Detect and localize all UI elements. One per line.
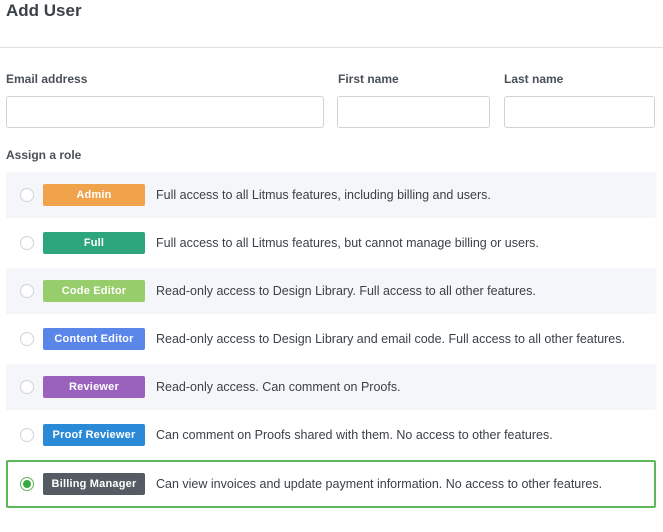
role-description: Read-only access to Design Library. Full…	[156, 284, 536, 298]
last-name-input[interactable]	[504, 96, 655, 128]
radio-button[interactable]	[20, 284, 34, 298]
role-description: Can view invoices and update payment inf…	[156, 477, 603, 491]
role-badge: Proof Reviewer	[43, 424, 145, 446]
first-name-label: First name	[338, 72, 399, 86]
radio-button[interactable]	[20, 188, 34, 202]
role-list: Admin Full access to all Litmus features…	[6, 172, 656, 510]
role-badge: Full	[43, 232, 145, 254]
header-divider	[0, 47, 663, 48]
radio-button[interactable]	[20, 236, 34, 250]
role-badge: Content Editor	[43, 328, 145, 350]
radio-dot	[23, 480, 31, 488]
role-description: Can comment on Proofs shared with them. …	[156, 428, 553, 442]
role-badge: Admin	[43, 184, 145, 206]
role-description: Read-only access. Can comment on Proofs.	[156, 380, 401, 394]
page-title: Add User	[6, 1, 82, 20]
role-description: Full access to all Litmus features, but …	[156, 236, 539, 250]
last-name-label: Last name	[504, 72, 564, 86]
radio-button[interactable]	[20, 380, 34, 394]
role-option-admin[interactable]: Admin Full access to all Litmus features…	[6, 172, 656, 218]
role-badge: Code Editor	[43, 280, 145, 302]
radio-button[interactable]	[20, 428, 34, 442]
role-option-proof-reviewer[interactable]: Proof Reviewer Can comment on Proofs sha…	[6, 412, 656, 458]
role-badge: Reviewer	[43, 376, 145, 398]
first-name-input[interactable]	[337, 96, 490, 128]
email-input[interactable]	[6, 96, 324, 128]
role-option-code-editor[interactable]: Code Editor Read-only access to Design L…	[6, 268, 656, 314]
radio-button[interactable]	[20, 332, 34, 346]
role-description: Read-only access to Design Library and e…	[156, 332, 625, 346]
role-option-content-editor[interactable]: Content Editor Read-only access to Desig…	[6, 316, 656, 362]
role-option-reviewer[interactable]: Reviewer Read-only access. Can comment o…	[6, 364, 656, 410]
radio-button-selected[interactable]	[20, 477, 34, 491]
role-description: Full access to all Litmus features, incl…	[156, 188, 491, 202]
role-badge: Billing Manager	[43, 473, 145, 495]
email-label: Email address	[6, 72, 88, 86]
role-option-full[interactable]: Full Full access to all Litmus features,…	[6, 220, 656, 266]
role-option-billing-manager[interactable]: Billing Manager Can view invoices and up…	[6, 460, 656, 508]
assign-role-label: Assign a role	[6, 148, 82, 162]
